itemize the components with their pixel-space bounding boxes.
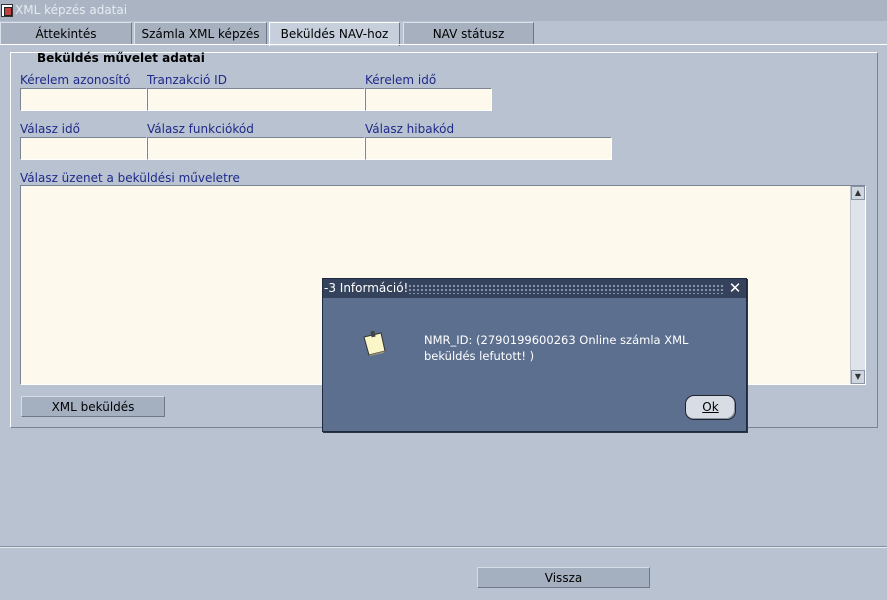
vertical-scrollbar[interactable]: ▲ ▼ [850, 186, 865, 384]
app-icon [1, 4, 13, 17]
tab-szamla-xml-kepzes[interactable]: Számla XML képzés [134, 22, 267, 45]
request-id-field[interactable] [20, 88, 147, 111]
tab-nav-statusz[interactable]: NAV státusz [403, 22, 534, 45]
window-title-bar: XML képzés adatai [0, 0, 887, 21]
tab-label: Beküldés NAV-hoz [280, 27, 389, 41]
dialog-title-bar[interactable]: -3 Információ! ✕ [323, 279, 746, 298]
response-message-label: Válasz üzenet a beküldési műveletre [20, 171, 240, 185]
scroll-down-icon[interactable]: ▼ [851, 370, 865, 384]
info-dialog: -3 Információ! ✕ NMR_ID: (2790199600263 … [322, 278, 747, 432]
ok-button-label: Ok [702, 400, 719, 414]
response-message-text [21, 186, 865, 192]
request-time-field[interactable] [365, 88, 492, 111]
tab-label: Számla XML képzés [141, 27, 260, 41]
note-icon [363, 331, 386, 356]
tab-bekuldes-nav-hoz[interactable]: Beküldés NAV-hoz [269, 22, 400, 46]
request-time-label: Kérelem idő [365, 73, 437, 87]
back-button-label: Vissza [544, 571, 583, 585]
tab-strip-divider [0, 44, 887, 45]
window-title: XML képzés adatai [15, 3, 128, 17]
xml-send-button[interactable]: XML beküldés [21, 396, 165, 417]
response-error-code-label: Válasz hibakód [365, 122, 455, 136]
response-function-code-field[interactable] [147, 137, 365, 160]
xml-send-button-label: XML beküldés [51, 400, 135, 414]
section-title: Beküldés művelet adatai [37, 51, 205, 65]
close-icon[interactable]: ✕ [728, 279, 742, 298]
tab-label: NAV státusz [432, 27, 505, 41]
response-time-field[interactable] [20, 137, 147, 160]
transaction-id-field[interactable] [147, 88, 365, 111]
response-function-code-label: Válasz funkciókód [147, 122, 254, 136]
tab-attekintes[interactable]: Áttekintés [0, 22, 132, 45]
transaction-id-label: Tranzakció ID [147, 73, 227, 87]
response-time-label: Válasz idő [20, 122, 80, 136]
back-button[interactable]: Vissza [477, 567, 650, 588]
dialog-title: -3 Információ! [324, 281, 409, 295]
dialog-message: NMR_ID: (2790199600263 Online számla XML… [424, 333, 689, 363]
response-error-code-field[interactable] [365, 137, 612, 160]
tab-label: Áttekintés [35, 27, 97, 41]
ok-button[interactable]: Ok [685, 395, 736, 420]
scroll-up-icon[interactable]: ▲ [851, 186, 865, 200]
dialog-drag-pattern [408, 284, 724, 294]
bottom-separator-highlight [0, 547, 887, 548]
request-id-label: Kérelem azonosító [20, 73, 131, 87]
